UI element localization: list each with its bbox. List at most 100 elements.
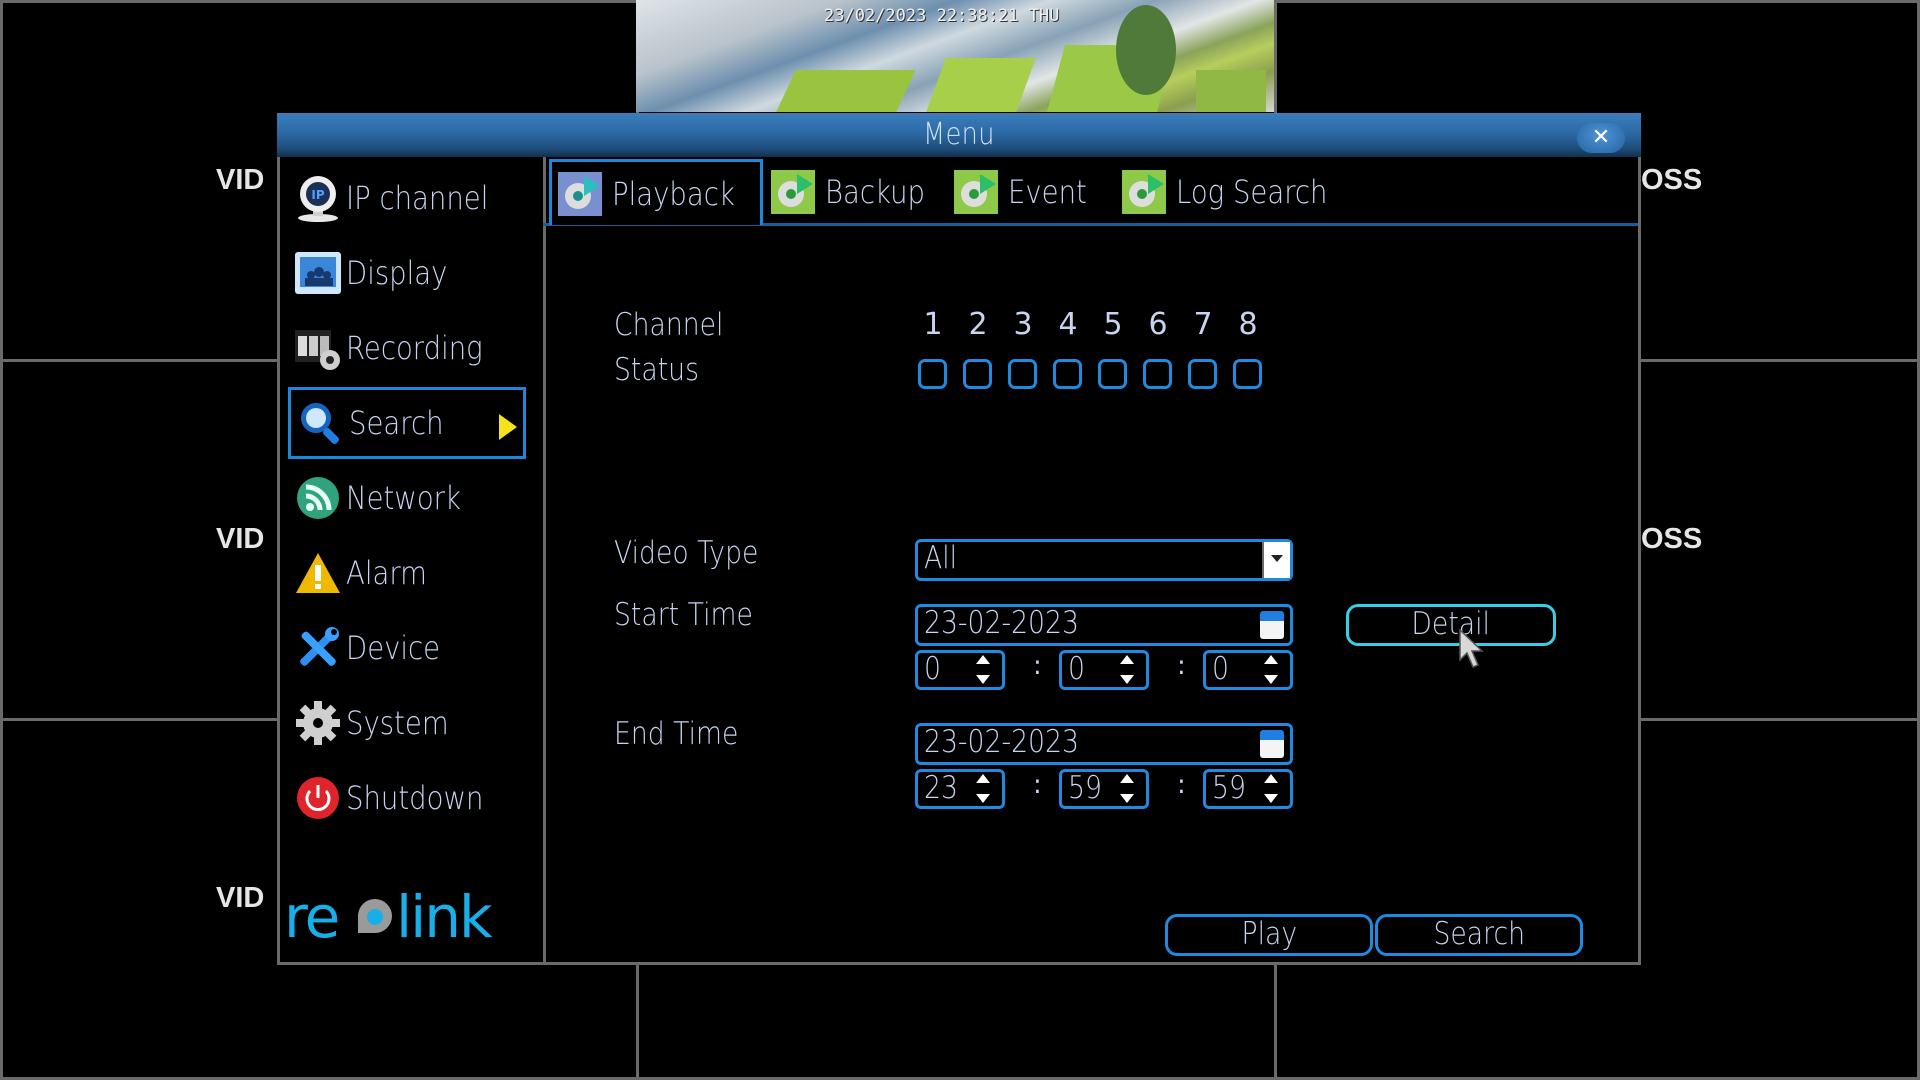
sidebar-item-label: Recording [346, 329, 483, 367]
channel-status-checkbox[interactable] [1233, 359, 1262, 389]
play-button[interactable]: Play [1165, 914, 1373, 956]
channel-number: 2 [968, 307, 988, 342]
end-time-label: End Time [614, 716, 739, 752]
end-hour-spinner[interactable]: 23 [915, 769, 1005, 809]
menu-window: Menu ✕ IP IP channel Display Recording S… [277, 113, 1641, 965]
video-loss-label: OSS [1641, 523, 1703, 555]
tab-event[interactable]: Event [948, 161, 1118, 223]
chevron-down-icon[interactable] [1262, 542, 1290, 578]
channel-number: 8 [1238, 307, 1258, 342]
film-gear-icon [294, 324, 342, 372]
end-second-spinner[interactable]: 59 [1203, 769, 1293, 809]
calendar-icon[interactable] [1260, 611, 1284, 639]
channel-number: 1 [923, 307, 943, 342]
grid-divider [0, 718, 277, 721]
close-icon: ✕ [1591, 125, 1611, 150]
tab-backup[interactable]: Backup [765, 161, 975, 223]
channel-status-checkbox[interactable] [963, 359, 992, 389]
channel-status-checkbox[interactable] [1053, 359, 1082, 389]
channel-number: 4 [1058, 307, 1078, 342]
channel-status-checkbox[interactable] [1098, 359, 1127, 389]
channel-status-checkbox[interactable] [1008, 359, 1037, 389]
spin-down-icon[interactable] [1264, 794, 1278, 803]
spin-up-icon[interactable] [976, 655, 990, 664]
tab-playback[interactable]: Playback [549, 159, 763, 225]
spin-up-icon[interactable] [1120, 774, 1134, 783]
channel-number: 3 [1013, 307, 1033, 342]
svg-text:re: re [284, 885, 338, 951]
sidebar-item-network[interactable]: Network [288, 462, 526, 534]
tab-label: Log Search [1176, 173, 1328, 211]
video-type-select[interactable]: All [915, 539, 1293, 581]
gear-arrow-icon [1122, 170, 1166, 214]
sidebar-item-label: System [346, 704, 449, 742]
sidebar-item-label: Search [349, 404, 444, 442]
svg-text:link: link [396, 885, 493, 951]
sidebar-item-alarm[interactable]: Alarm [288, 537, 526, 609]
spin-up-icon[interactable] [976, 774, 990, 783]
start-hour-value: 0 [924, 651, 941, 687]
channel-status-checkbox[interactable] [918, 359, 947, 389]
spin-down-icon[interactable] [1120, 675, 1134, 684]
sidebar-item-label: Alarm [346, 554, 427, 592]
gear-arrow-icon [954, 170, 998, 214]
time-separator: : [1033, 651, 1042, 681]
grid-divider [636, 965, 639, 1080]
end-hour-value: 23 [924, 770, 958, 806]
gear-arrow-icon [771, 170, 815, 214]
sidebar-item-shutdown[interactable]: Shutdown [288, 762, 526, 834]
start-date-value: 23-02-2023 [924, 605, 1079, 641]
video-loss-label: VID [216, 882, 265, 914]
detail-button[interactable]: Detail [1346, 604, 1556, 646]
video-loss-label: VID [216, 523, 265, 555]
sidebar-item-recording[interactable]: Recording [288, 312, 526, 384]
sidebar-item-device[interactable]: Device [288, 612, 526, 684]
sidebar-item-search[interactable]: Search [288, 387, 526, 459]
spin-up-icon[interactable] [1264, 774, 1278, 783]
sidebar-item-label: Shutdown [346, 779, 484, 817]
sidebar-item-system[interactable]: System [288, 687, 526, 759]
end-date-field[interactable]: 23-02-2023 [915, 723, 1293, 765]
start-date-field[interactable]: 23-02-2023 [915, 604, 1293, 646]
channel-status-checkbox[interactable] [1188, 359, 1217, 389]
video-type-label: Video Type [614, 535, 759, 571]
start-minute-spinner[interactable]: 0 [1059, 650, 1149, 690]
channel-status-checkbox[interactable] [1143, 359, 1172, 389]
start-hour-spinner[interactable]: 0 [915, 650, 1005, 690]
spin-up-icon[interactable] [1120, 655, 1134, 664]
search-button[interactable]: Search [1375, 914, 1583, 956]
time-separator: : [1033, 770, 1042, 800]
sidebar-item-label: Device [346, 629, 441, 667]
end-minute-spinner[interactable]: 59 [1059, 769, 1149, 809]
sidebar: IP IP channel Display Recording Search N… [280, 157, 546, 962]
sidebar-item-ip-channel[interactable]: IP IP channel [288, 162, 526, 234]
sidebar-item-display[interactable]: Display [288, 237, 526, 309]
end-second-value: 59 [1212, 770, 1246, 806]
start-minute-value: 0 [1068, 651, 1085, 687]
grid-divider [0, 359, 277, 362]
title-bar[interactable]: Menu ✕ [277, 113, 1641, 157]
tab-log-search[interactable]: Log Search [1116, 161, 1376, 223]
gear-icon [294, 699, 342, 747]
start-second-value: 0 [1212, 651, 1229, 687]
spin-down-icon[interactable] [1120, 794, 1134, 803]
sidebar-item-label: Network [346, 479, 461, 517]
spin-down-icon[interactable] [1264, 675, 1278, 684]
camera-feed[interactable]: 23/02/2023 22:38:21 THU [636, 0, 1274, 112]
spin-up-icon[interactable] [1264, 655, 1278, 664]
tab-bar: Playback Backup Event Log Search [543, 157, 1638, 226]
sidebar-item-label: Display [346, 254, 448, 292]
mouse-cursor-icon [1459, 628, 1484, 668]
reolink-logo: re link [282, 883, 544, 955]
start-second-spinner[interactable]: 0 [1203, 650, 1293, 690]
power-icon [294, 774, 342, 822]
close-button[interactable]: ✕ [1577, 123, 1625, 153]
tab-label: Playback [612, 174, 735, 213]
video-type-value: All [924, 540, 958, 576]
spin-down-icon[interactable] [976, 794, 990, 803]
calendar-icon[interactable] [1260, 730, 1284, 758]
time-separator: : [1177, 770, 1186, 800]
spin-down-icon[interactable] [976, 675, 990, 684]
play-button-label: Play [1241, 916, 1297, 952]
webcam-icon: IP [294, 174, 342, 222]
